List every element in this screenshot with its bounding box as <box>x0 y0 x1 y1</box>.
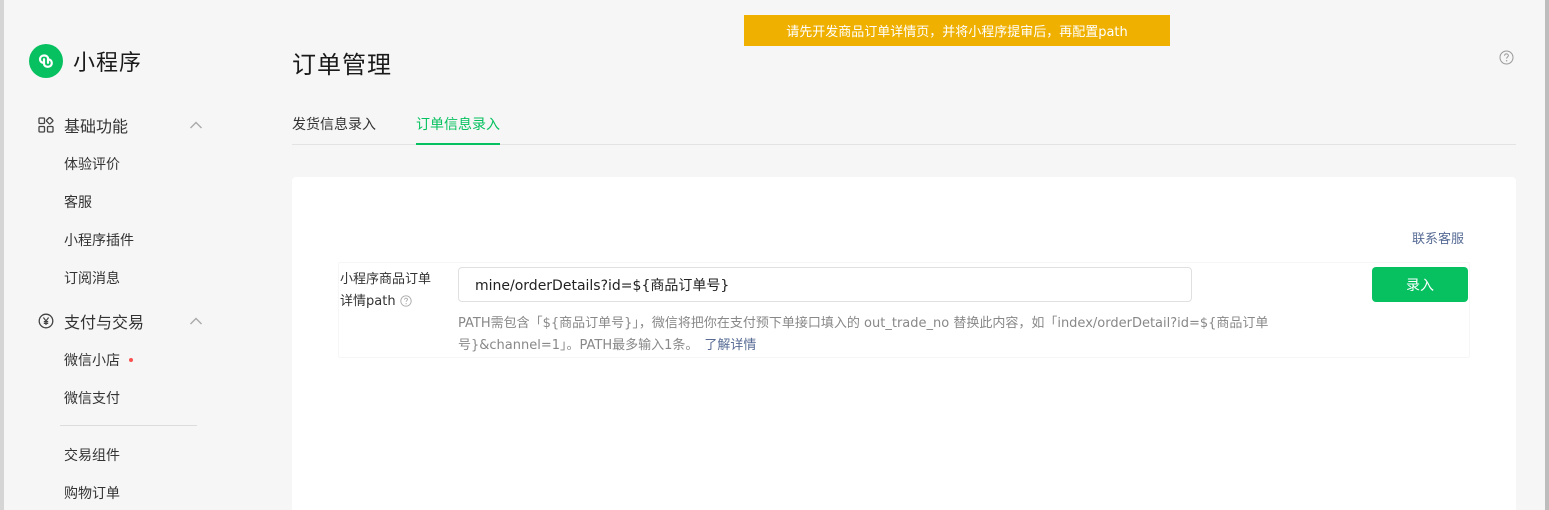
sidebar-item-label: 微信小店 <box>64 353 120 369</box>
sidebar-item-label: 交易组件 <box>64 448 120 464</box>
sidebar-item-experience-review[interactable]: 体验评价 <box>64 154 120 174</box>
sidebar-item-trade-components[interactable]: 交易组件 <box>64 445 120 465</box>
sidebar-item-shopping-orders[interactable]: 购物订单 <box>64 483 120 503</box>
yen-icon <box>37 312 55 330</box>
sidebar-group-label: 支付与交易 <box>64 313 145 332</box>
logo-text: 小程序 <box>73 51 143 76</box>
chevron-up-icon <box>189 115 203 134</box>
active-tab-indicator <box>416 143 500 145</box>
path-hint: PATH需包含「${商品订单号}」，微信将把你在支付预下单接口填入的 out_t… <box>458 313 1338 357</box>
path-label-line1: 小程序商品订单 <box>340 272 432 287</box>
sidebar-item-plugins[interactable]: 小程序插件 <box>64 230 134 250</box>
page-title: 订单管理 <box>292 51 392 79</box>
tab-order-info[interactable]: 订单信息录入 <box>416 114 500 134</box>
app-logo[interactable]: 小程序 <box>29 44 142 78</box>
sidebar-item-customer-service[interactable]: 客服 <box>64 192 92 212</box>
sidebar-item-label: 微信支付 <box>64 391 120 407</box>
help-icon[interactable] <box>1499 50 1514 69</box>
sidebar-item-subscribe-messages[interactable]: 订阅消息 <box>64 268 120 288</box>
sidebar-item-label: 体验评价 <box>64 157 120 173</box>
miniprogram-logo-icon <box>29 44 63 78</box>
contact-service-link[interactable]: 联系客服 <box>1412 228 1464 247</box>
warning-banner: 请先开发商品订单详情页，并将小程序提审后，再配置path <box>744 15 1170 46</box>
path-field-label: 小程序商品订单 详情path <box>340 269 450 315</box>
sidebar-item-label: 客服 <box>64 195 92 211</box>
sidebar-item-label: 购物订单 <box>64 486 120 502</box>
sidebar-item-label: 小程序插件 <box>64 233 134 249</box>
sidebar-divider <box>60 425 197 426</box>
sidebar-item-label: 订阅消息 <box>64 271 120 287</box>
window-left-edge <box>0 0 4 510</box>
sidebar-group-payment[interactable]: 支付与交易 <box>37 309 207 333</box>
sidebar-item-wechat-store[interactable]: 微信小店 <box>64 350 133 370</box>
sidebar-item-wechat-pay[interactable]: 微信支付 <box>64 388 120 408</box>
sidebar-group-label: 基础功能 <box>64 117 129 136</box>
learn-more-link[interactable]: 了解详情 <box>704 338 756 353</box>
chevron-up-icon <box>189 311 203 330</box>
hint-text: PATH需包含「${商品订单号}」，微信将把你在支付预下单接口填入的 out_t… <box>458 316 1269 353</box>
window-scrollbar[interactable] <box>1545 0 1549 510</box>
notification-dot <box>129 358 133 362</box>
grid-icon <box>37 116 55 134</box>
tab-shipping-info[interactable]: 发货信息录入 <box>292 114 376 134</box>
sidebar-group-basic[interactable]: 基础功能 <box>37 113 207 137</box>
path-label-line2: 详情path <box>340 294 396 309</box>
help-icon[interactable] <box>399 293 412 315</box>
path-input[interactable] <box>458 267 1192 302</box>
submit-button[interactable]: 录入 <box>1372 267 1468 302</box>
